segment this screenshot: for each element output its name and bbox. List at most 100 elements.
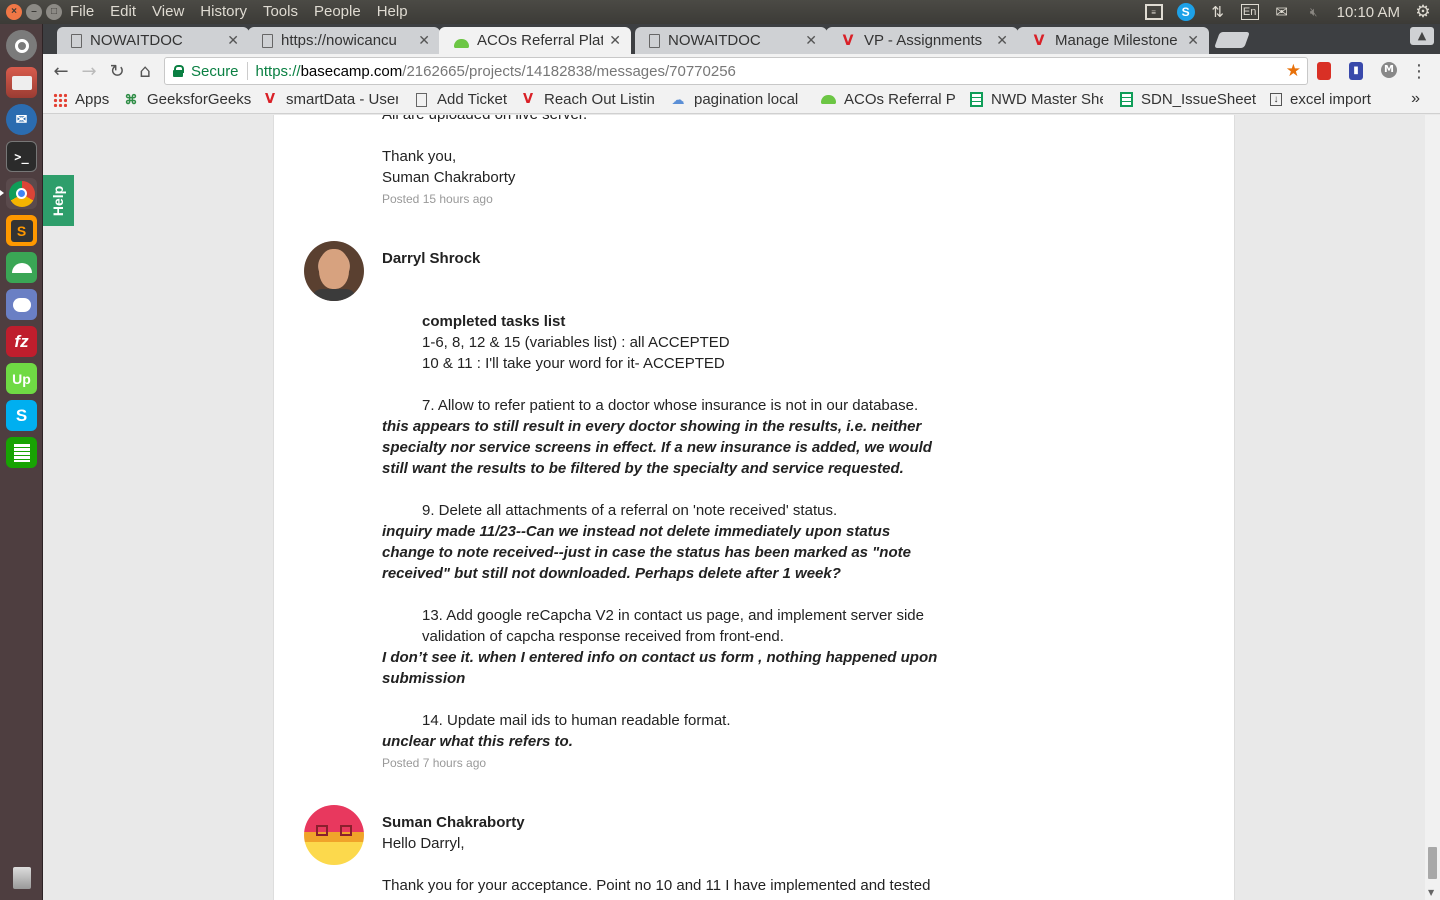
reload-button[interactable]: ↻ bbox=[105, 59, 129, 83]
launcher-filezilla[interactable]: fz bbox=[6, 326, 37, 357]
menu-file[interactable]: File bbox=[70, 3, 94, 20]
new-tab-button[interactable] bbox=[1214, 32, 1250, 48]
message-text: 1-6, 8, 12 & 15 (variables list) : all A… bbox=[422, 334, 730, 351]
extension-blue-icon[interactable]: ▮ bbox=[1349, 62, 1363, 80]
upwork-logo-icon: Up bbox=[12, 370, 31, 387]
reply-text: inquiry made 11/23--Can we instead not d… bbox=[382, 523, 891, 540]
tab-nowaitdoc-1[interactable]: NOWAITDOC ✕ bbox=[57, 27, 249, 54]
minimize-window-button[interactable]: – bbox=[26, 4, 42, 20]
launcher-chrome[interactable] bbox=[6, 178, 37, 209]
profile-switcher-icon[interactable]: ▲ bbox=[1410, 27, 1434, 45]
avatar-darryl-shrock[interactable] bbox=[304, 241, 364, 301]
launcher-skype[interactable]: S bbox=[6, 400, 37, 431]
bookmark-label: excel import bbox=[1290, 91, 1371, 108]
mail-icon[interactable]: ✉ bbox=[1273, 3, 1291, 21]
launcher-thunderbird[interactable]: ✉ bbox=[6, 104, 37, 135]
posted-timestamp[interactable]: Posted 7 hours ago bbox=[382, 756, 486, 770]
tab-acos-referral[interactable]: ACOs Referral Platf ✕ bbox=[439, 27, 631, 54]
launcher-dash-home[interactable] bbox=[6, 30, 37, 61]
extension-m-icon[interactable]: M bbox=[1381, 62, 1397, 78]
settings-gear-icon[interactable]: ⚙ bbox=[1414, 2, 1432, 21]
bookmark-sdn-issuesheet[interactable]: SDN_IssueSheet bbox=[1120, 91, 1275, 108]
tab-title: NOWAITDOC bbox=[90, 32, 183, 49]
launcher-file-manager[interactable] bbox=[6, 67, 37, 98]
bookmark-geeksforgeeks[interactable]: ⌘ GeeksforGeeks bbox=[123, 91, 252, 108]
launcher-pidgin[interactable] bbox=[6, 289, 37, 320]
close-tab-icon[interactable]: ✕ bbox=[996, 32, 1008, 49]
bookmark-pagination-local[interactable]: ☁ pagination local bbox=[670, 91, 806, 108]
launcher-upwork[interactable]: Up bbox=[6, 363, 37, 394]
v-icon: V bbox=[842, 32, 854, 49]
top-panel: × – □ File Edit View History Tools Peopl… bbox=[0, 0, 1440, 24]
tab-nowicancu[interactable]: https://nowicancu ✕ bbox=[248, 27, 440, 54]
reply-text: this appears to still result in every do… bbox=[382, 418, 922, 435]
scroll-down-arrow-icon[interactable]: ▼ bbox=[1428, 888, 1434, 897]
task-item-9: 9. Delete all attachments of a referral … bbox=[422, 502, 838, 519]
menu-view[interactable]: View bbox=[152, 3, 184, 20]
maximize-window-button[interactable]: □ bbox=[46, 4, 62, 20]
close-window-button[interactable]: × bbox=[6, 4, 22, 20]
thunderbird-logo-icon: ✉ bbox=[15, 111, 28, 127]
close-tab-icon[interactable]: ✕ bbox=[609, 32, 621, 49]
message-signature: Suman Chakraborty bbox=[382, 169, 516, 186]
bookmarks-overflow-icon[interactable]: » bbox=[1411, 90, 1420, 108]
menu-history[interactable]: History bbox=[200, 3, 247, 20]
address-bar[interactable]: Secure https://basecamp.com/2162665/proj… bbox=[164, 57, 1308, 85]
messaging-menu-icon[interactable]: ≡ bbox=[1144, 4, 1163, 20]
message-author[interactable]: Darryl Shrock bbox=[382, 248, 480, 269]
lock-icon[interactable] bbox=[173, 65, 184, 77]
message-author[interactable]: Suman Chakraborty bbox=[382, 812, 525, 833]
page-scrollbar[interactable]: ▼ bbox=[1425, 115, 1440, 900]
launcher-sublime-text[interactable]: S bbox=[6, 215, 37, 246]
menu-help[interactable]: Help bbox=[377, 3, 408, 20]
close-tab-icon[interactable]: ✕ bbox=[805, 32, 817, 49]
scroll-thumb[interactable] bbox=[1428, 847, 1437, 879]
chrome-menu-icon[interactable]: ⋮ bbox=[1410, 61, 1428, 82]
menu-people[interactable]: People bbox=[314, 3, 361, 20]
launcher-trash[interactable] bbox=[6, 862, 37, 893]
tab-nowaitdoc-2[interactable]: NOWAITDOC ✕ bbox=[635, 27, 827, 54]
clock[interactable]: 10:10 AM bbox=[1337, 4, 1400, 21]
bookmark-label: pagination local bbox=[694, 91, 799, 108]
back-button[interactable]: ← bbox=[49, 59, 73, 83]
volume-icon[interactable]: 🔇︎ bbox=[1305, 3, 1323, 21]
menu-tools[interactable]: Tools bbox=[263, 3, 298, 20]
reply-text: unclear what this refers to. bbox=[382, 733, 573, 750]
avatar-shirt bbox=[312, 289, 356, 301]
avatar-suman-chakraborty[interactable] bbox=[304, 805, 364, 865]
url-scheme: https:// bbox=[255, 62, 301, 80]
bookmark-star-icon[interactable]: ★ bbox=[1286, 61, 1301, 81]
extension-bookmark-icon[interactable] bbox=[1317, 62, 1331, 80]
close-tab-icon[interactable]: ✕ bbox=[227, 32, 239, 49]
tab-vp-assignments[interactable]: V VP - Assignments ✕ bbox=[826, 27, 1018, 54]
keyboard-layout-indicator[interactable]: En bbox=[1240, 4, 1259, 20]
bookmark-acos-referral[interactable]: ACOs Referral Pl bbox=[820, 91, 956, 108]
posted-timestamp[interactable]: Posted 15 hours ago bbox=[382, 192, 493, 206]
launcher-remmina[interactable] bbox=[6, 252, 37, 283]
bookmark-smartdata[interactable]: V smartData - User bbox=[262, 91, 398, 108]
launcher-terminal[interactable]: >_ bbox=[6, 141, 37, 172]
bookmark-excel-import[interactable]: ↓ excel import bbox=[1270, 91, 1371, 108]
chrome-logo-icon bbox=[8, 180, 35, 207]
bookmark-add-ticket[interactable]: Add Ticket bbox=[413, 91, 507, 108]
reply-text: I don’t see it. when I entered info on c… bbox=[382, 649, 938, 666]
close-tab-icon[interactable]: ✕ bbox=[1187, 32, 1199, 49]
bookmark-label: Apps bbox=[75, 91, 110, 108]
close-tab-icon[interactable]: ✕ bbox=[418, 32, 430, 49]
help-tab[interactable]: Help bbox=[43, 175, 74, 226]
forward-button[interactable]: → bbox=[77, 59, 101, 83]
filezilla-fz-icon: fz bbox=[14, 331, 29, 351]
tab-manage-milestone[interactable]: V Manage Milestone ✕ bbox=[1017, 27, 1209, 54]
bookmarks-bar: Apps ⌘ GeeksforGeeks V smartData - User … bbox=[43, 88, 1440, 114]
home-button[interactable]: ⌂ bbox=[133, 59, 157, 83]
bookmark-apps[interactable]: Apps bbox=[53, 91, 109, 108]
bookmark-nwd-master[interactable]: NWD Master She bbox=[970, 91, 1103, 108]
launcher-libreoffice-calc[interactable] bbox=[6, 437, 37, 468]
skype-tray-icon[interactable]: S bbox=[1176, 3, 1195, 21]
message-text: 10 & 11 : I'll take your word for it- AC… bbox=[422, 355, 725, 372]
menu-edit[interactable]: Edit bbox=[110, 3, 136, 20]
bookmark-reach-out[interactable]: V Reach Out Listin bbox=[520, 91, 656, 108]
secure-label[interactable]: Secure bbox=[191, 63, 239, 80]
network-icon[interactable]: ⇅ bbox=[1209, 3, 1227, 21]
bookmark-label: NWD Master She bbox=[991, 91, 1103, 108]
